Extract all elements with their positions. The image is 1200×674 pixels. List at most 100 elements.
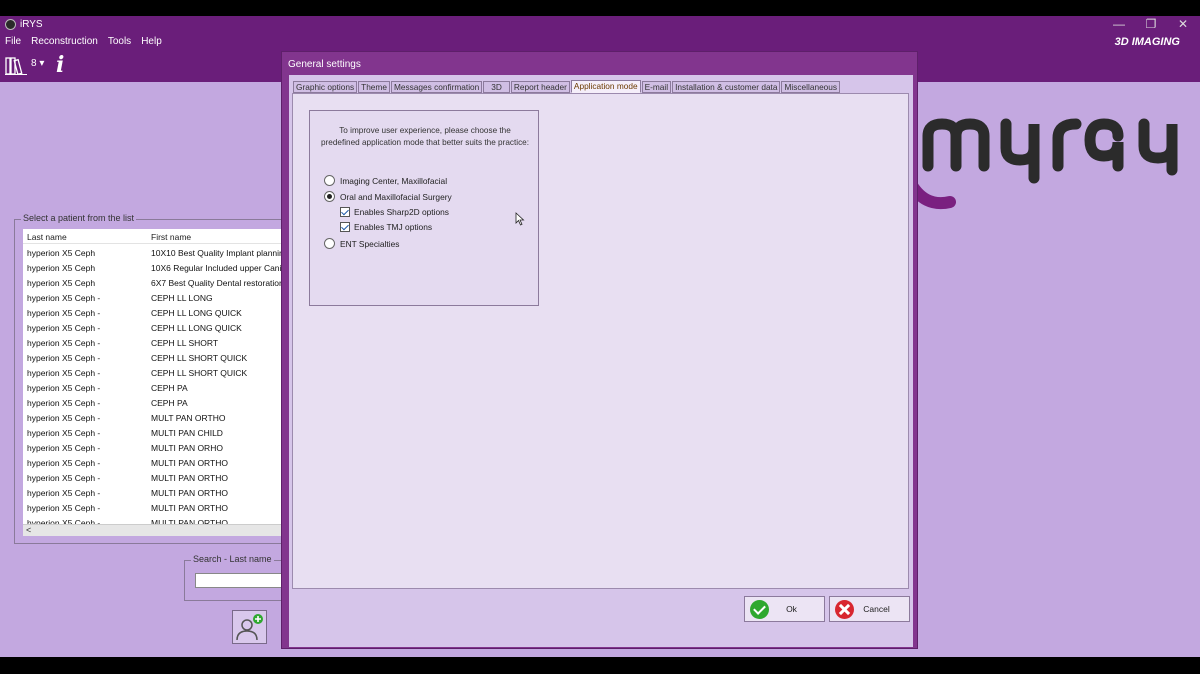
table-row[interactable]: hyperion X5 Ceph 10X6 Regular Included up… <box>23 261 295 276</box>
menu-file[interactable]: File <box>5 36 21 47</box>
table-row[interactable]: hyperion X5 Ceph - MULTI PAN ORTHO <box>23 456 295 471</box>
table-row[interactable]: hyperion X5 Ceph - MULTI PAN ORTHO <box>23 486 295 501</box>
cancel-x-icon <box>835 599 854 619</box>
info-icon[interactable]: i <box>56 52 64 78</box>
tab-3d[interactable]: 3D <box>483 81 510 93</box>
cell-first-name: CEPH LL LONG <box>151 293 213 303</box>
archive-books-icon[interactable] <box>5 55 27 75</box>
minimize-icon[interactable]: — <box>1112 17 1126 31</box>
option-tmj-label: Enables TMJ options <box>354 222 433 232</box>
application-mode-panel: To improve user experience, please choos… <box>292 93 909 589</box>
cell-first-name: CEPH LL SHORT QUICK <box>151 353 248 363</box>
cell-last-name: hyperion X5 Ceph <box>27 263 96 273</box>
radio-imaging-center[interactable] <box>324 175 335 186</box>
mode-intro-line-1: To improve user experience, please choos… <box>339 126 511 135</box>
scroll-left-icon[interactable]: < <box>26 525 31 535</box>
ok-button[interactable]: Ok <box>744 596 825 622</box>
tab-miscellaneous[interactable]: Miscellaneous <box>781 81 841 93</box>
tab-messages-confirmation[interactable]: Messages confirmation <box>390 81 483 93</box>
cell-last-name: hyperion X5 Ceph <box>27 248 96 258</box>
table-row[interactable]: hyperion X5 Ceph - MULTI PAN ORHO <box>23 441 295 456</box>
archive-count-dropdown[interactable]: 8 ▾ <box>31 58 44 69</box>
settings-tabs: Graphic options Theme Messages confirmat… <box>293 80 841 93</box>
option-imaging-center[interactable]: Imaging Center, Maxillofacial <box>324 175 447 186</box>
tab-graphic-options[interactable]: Graphic options <box>293 81 358 93</box>
cell-last-name: hyperion X5 Ceph - <box>27 308 101 318</box>
ok-button-label: Ok <box>786 604 797 614</box>
option-sharp2d[interactable]: Enables Sharp2D options <box>340 207 449 217</box>
option-imaging-center-label: Imaging Center, Maxillofacial <box>340 175 448 186</box>
general-settings-dialog: General settings Graphic options Theme M… <box>281 51 918 649</box>
table-row[interactable]: hyperion X5 Ceph - MULTI PAN ORTHO <box>23 516 295 524</box>
cell-first-name: CEPH LL LONG QUICK <box>151 308 242 318</box>
cell-first-name: CEPH PA <box>151 383 188 393</box>
cell-first-name: CEPH LL SHORT QUICK <box>151 368 248 378</box>
cell-first-name: 6X7 Best Quality Dental restorations <box>151 278 289 288</box>
tab-installation-customer-data[interactable]: Installation & customer data <box>672 81 781 93</box>
search-last-name-input[interactable] <box>195 573 291 588</box>
cell-last-name: hyperion X5 Ceph - <box>27 293 101 303</box>
menu-help[interactable]: Help <box>141 36 162 47</box>
tab-theme[interactable]: Theme <box>358 81 390 93</box>
menu-bar: File Reconstruction Tools Help 3D IMAGIN… <box>0 34 1200 50</box>
video-letterbox-top <box>0 0 1200 16</box>
tab-application-mode[interactable]: Application mode <box>570 80 641 93</box>
cell-last-name: hyperion X5 Ceph - <box>27 458 101 468</box>
menu-reconstruction[interactable]: Reconstruction <box>31 36 98 47</box>
restore-icon[interactable]: ❐ <box>1144 17 1158 31</box>
table-row[interactable]: hyperion X5 Ceph - CEPH PA <box>23 381 295 396</box>
title-bar: iRYS — ❐ ✕ <box>0 16 1200 34</box>
table-row[interactable]: hyperion X5 Ceph - MULTI PAN ORTHO <box>23 471 295 486</box>
checkbox-sharp2d[interactable] <box>340 207 350 217</box>
option-ent[interactable]: ENT Specialties <box>324 238 399 249</box>
cell-first-name: 10X10 Best Quality Implant planning <box>151 248 289 258</box>
table-row[interactable]: hyperion X5 Ceph - CEPH LL LONG <box>23 291 295 306</box>
radio-ent[interactable] <box>324 238 335 249</box>
table-row[interactable]: hyperion X5 Ceph - CEPH LL SHORT QUICK <box>23 366 295 381</box>
irys-app-window: iRYS — ❐ ✕ File Reconstruction Tools Hel… <box>0 16 1200 657</box>
cell-last-name: hyperion X5 Ceph - <box>27 383 101 393</box>
app-logo-icon <box>5 19 16 30</box>
table-row[interactable]: hyperion X5 Ceph - CEPH LL SHORT QUICK <box>23 351 295 366</box>
brand-label: 3D IMAGING <box>1114 36 1180 48</box>
cell-last-name: hyperion X5 Ceph - <box>27 503 101 513</box>
table-row[interactable]: hyperion X5 Ceph - MULT PAN ORTHO <box>23 411 295 426</box>
cell-first-name: MULTI PAN ORHO <box>151 443 223 453</box>
add-user-icon <box>236 614 263 641</box>
search-legend: Search - Last name <box>191 554 274 564</box>
table-header: Last name First name <box>23 229 295 244</box>
dialog-title: General settings <box>288 59 361 70</box>
table-row[interactable]: hyperion X5 Ceph - MULTI PAN ORTHO <box>23 501 295 516</box>
radio-oral-surgery[interactable] <box>324 191 335 202</box>
horizontal-scrollbar[interactable]: < <box>23 524 295 536</box>
option-oral-surgery[interactable]: Oral and Maxillofacial Surgery <box>324 191 452 202</box>
table-row[interactable]: hyperion X5 Ceph - CEPH LL LONG QUICK <box>23 321 295 336</box>
column-header-first-name[interactable]: First name <box>147 229 295 243</box>
table-row[interactable]: hyperion X5 Ceph - MULTI PAN CHILD <box>23 426 295 441</box>
cell-first-name: MULTI PAN CHILD <box>151 428 223 438</box>
checkbox-tmj[interactable] <box>340 222 350 232</box>
cell-last-name: hyperion X5 Ceph - <box>27 473 101 483</box>
table-row[interactable]: hyperion X5 Ceph - CEPH LL LONG QUICK <box>23 306 295 321</box>
cell-last-name: hyperion X5 Ceph <box>27 278 96 288</box>
table-row[interactable]: hyperion X5 Ceph - CEPH PA <box>23 396 295 411</box>
column-header-last-name[interactable]: Last name <box>23 229 147 243</box>
cell-first-name: 10X6 Regular Included upper Canine <box>151 263 291 273</box>
table-row[interactable]: hyperion X5 Ceph 10X10 Best Quality Impla… <box>23 246 295 261</box>
tab-e-mail[interactable]: E-mail <box>641 81 672 93</box>
menu-tools[interactable]: Tools <box>108 36 131 47</box>
close-icon[interactable]: ✕ <box>1176 17 1190 31</box>
cancel-button[interactable]: Cancel <box>829 596 910 622</box>
patient-table[interactable]: Last name First name hyperion X5 Ceph 10X… <box>23 229 295 524</box>
application-mode-box: To improve user experience, please choos… <box>309 110 539 306</box>
cell-last-name: hyperion X5 Ceph - <box>27 488 101 498</box>
tab-report-header[interactable]: Report header <box>510 81 570 93</box>
table-row[interactable]: hyperion X5 Ceph - CEPH LL SHORT <box>23 336 295 351</box>
table-row[interactable]: hyperion X5 Ceph 6X7 Best Quality Dental … <box>23 276 295 291</box>
cell-first-name: CEPH LL LONG QUICK <box>151 323 242 333</box>
check-icon <box>750 599 769 619</box>
option-oral-surgery-label: Oral and Maxillofacial Surgery <box>340 191 452 202</box>
option-tmj[interactable]: Enables TMJ options <box>340 222 432 232</box>
cell-last-name: hyperion X5 Ceph - <box>27 428 101 438</box>
add-patient-button[interactable] <box>232 610 267 644</box>
